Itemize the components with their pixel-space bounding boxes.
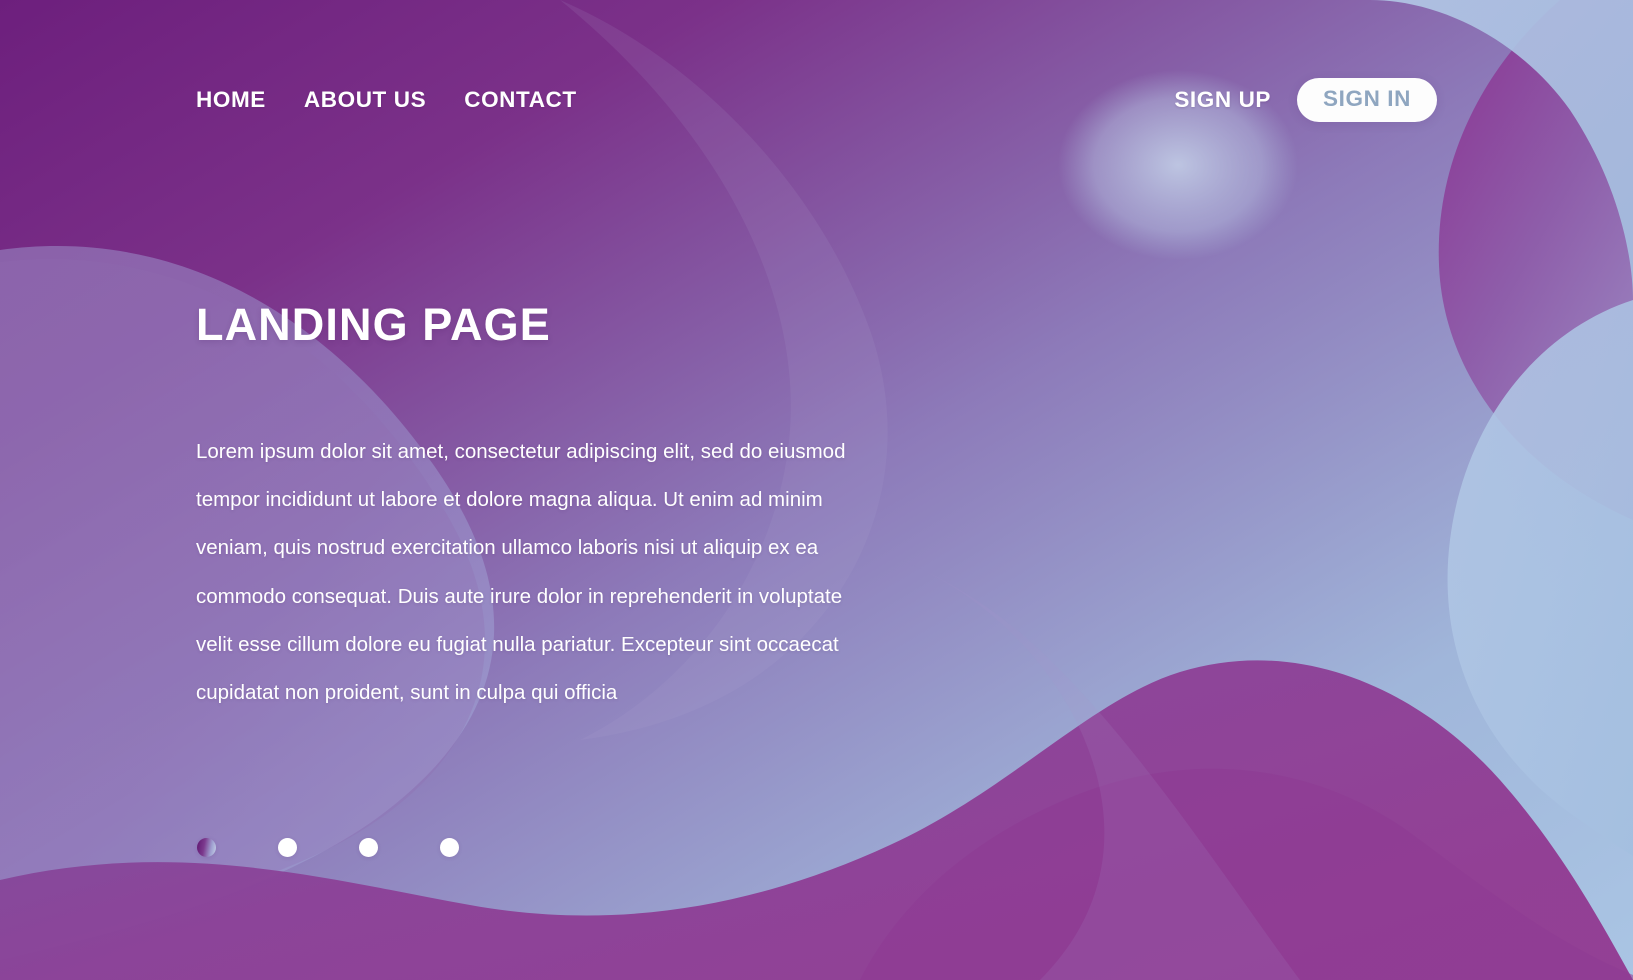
sign-up-link[interactable]: SIGN UP	[1174, 87, 1271, 113]
landing-page-hero: HOME ABOUT US CONTACT SIGN UP SIGN IN LA…	[0, 0, 1633, 980]
carousel-dot-1[interactable]	[197, 838, 216, 857]
carousel-dots	[197, 838, 459, 857]
main-navigation: HOME ABOUT US CONTACT SIGN UP SIGN IN	[0, 0, 1633, 200]
carousel-dot-4[interactable]	[440, 838, 459, 857]
nav-auth-group: SIGN UP SIGN IN	[1174, 78, 1437, 122]
carousel-dot-3[interactable]	[359, 838, 378, 857]
hero-body-text: Lorem ipsum dolor sit amet, consectetur …	[196, 439, 846, 705]
nav-link-about-us[interactable]: ABOUT US	[304, 87, 426, 113]
nav-links-group: HOME ABOUT US CONTACT	[196, 87, 577, 113]
hero-content: LANDING PAGE Lorem ipsum dolor sit amet,…	[196, 300, 896, 718]
sign-in-button[interactable]: SIGN IN	[1297, 78, 1437, 122]
carousel-dot-2[interactable]	[278, 838, 297, 857]
page-title: LANDING PAGE	[196, 299, 551, 350]
nav-link-home[interactable]: HOME	[196, 87, 266, 113]
nav-link-contact[interactable]: CONTACT	[464, 87, 577, 113]
